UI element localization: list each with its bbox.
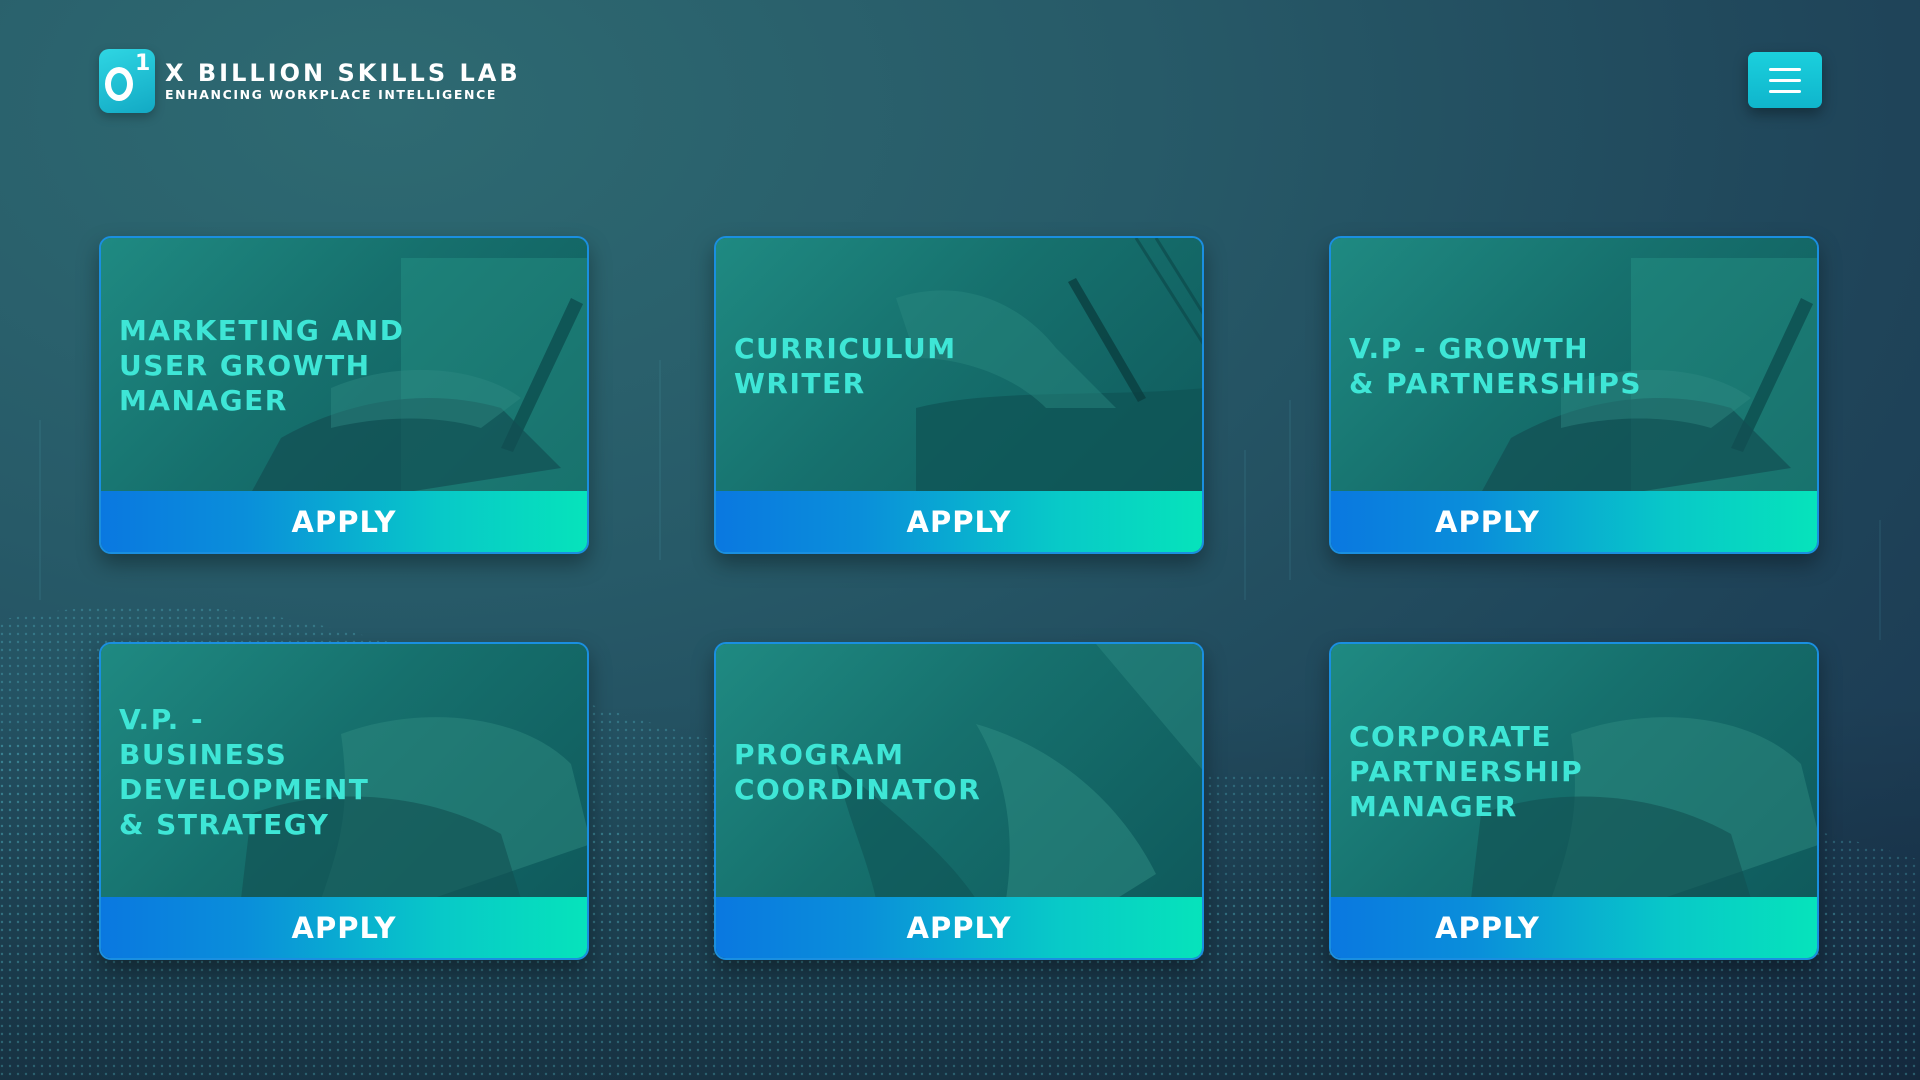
job-title: CORPORATE PARTNERSHIP MANAGER	[1349, 720, 1584, 823]
apply-button[interactable]: APPLY	[716, 897, 1202, 958]
hamburger-menu-icon[interactable]	[1748, 52, 1822, 108]
card-photo: V.P. - BUSINESS DEVELOPMENT & STRATEGY	[101, 644, 587, 899]
menu-bar-middle	[1769, 79, 1801, 82]
job-card-curriculum-writer[interactable]: CURRICULUM WRITER APPLY	[714, 236, 1204, 554]
job-card-vp-business-development[interactable]: V.P. - BUSINESS DEVELOPMENT & STRATEGY A…	[99, 642, 589, 960]
job-card-marketing-user-growth[interactable]: MARKETING AND USER GROWTH MANAGER APPLY	[99, 236, 589, 554]
site-header: 1 X BILLION SKILLS LAB ENHANCING WORKPLA…	[99, 49, 521, 113]
apply-button[interactable]: APPLY	[101, 897, 587, 958]
card-photo: V.P - GROWTH & PARTNERSHIPS	[1331, 238, 1817, 493]
card-photo: MARKETING AND USER GROWTH MANAGER	[101, 238, 587, 493]
brand-text: X BILLION SKILLS LAB ENHANCING WORKPLACE…	[165, 59, 521, 103]
brand-title: X BILLION SKILLS LAB	[165, 59, 521, 87]
job-title: V.P. - BUSINESS DEVELOPMENT & STRATEGY	[119, 702, 370, 841]
apply-button[interactable]: APPLY	[101, 491, 587, 552]
job-title: PROGRAM COORDINATOR	[734, 737, 982, 806]
job-title: V.P - GROWTH & PARTNERSHIPS	[1349, 331, 1643, 400]
card-photo: PROGRAM COORDINATOR	[716, 644, 1202, 899]
apply-button[interactable]: APPLY	[716, 491, 1202, 552]
logo-glyph: 1	[135, 51, 151, 76]
menu-bar-top	[1769, 68, 1801, 71]
card-photo: CURRICULUM WRITER	[716, 238, 1202, 493]
job-card-corporate-partnership-manager[interactable]: CORPORATE PARTNERSHIP MANAGER APPLY	[1329, 642, 1819, 960]
brand-tagline: ENHANCING WORKPLACE INTELLIGENCE	[165, 87, 498, 102]
job-card-vp-growth-partnerships[interactable]: V.P - GROWTH & PARTNERSHIPS APPLY	[1329, 236, 1819, 554]
apply-button[interactable]: APPLY	[1331, 491, 1817, 552]
x-billion-logo-icon[interactable]: 1	[99, 49, 155, 113]
job-title: MARKETING AND USER GROWTH MANAGER	[119, 314, 405, 417]
apply-button[interactable]: APPLY	[1331, 897, 1817, 958]
menu-bar-bottom	[1769, 90, 1801, 93]
logo-o-shape	[105, 67, 133, 101]
card-photo: CORPORATE PARTNERSHIP MANAGER	[1331, 644, 1817, 899]
job-title: CURRICULUM WRITER	[734, 331, 957, 400]
job-card-program-coordinator[interactable]: PROGRAM COORDINATOR APPLY	[714, 642, 1204, 960]
